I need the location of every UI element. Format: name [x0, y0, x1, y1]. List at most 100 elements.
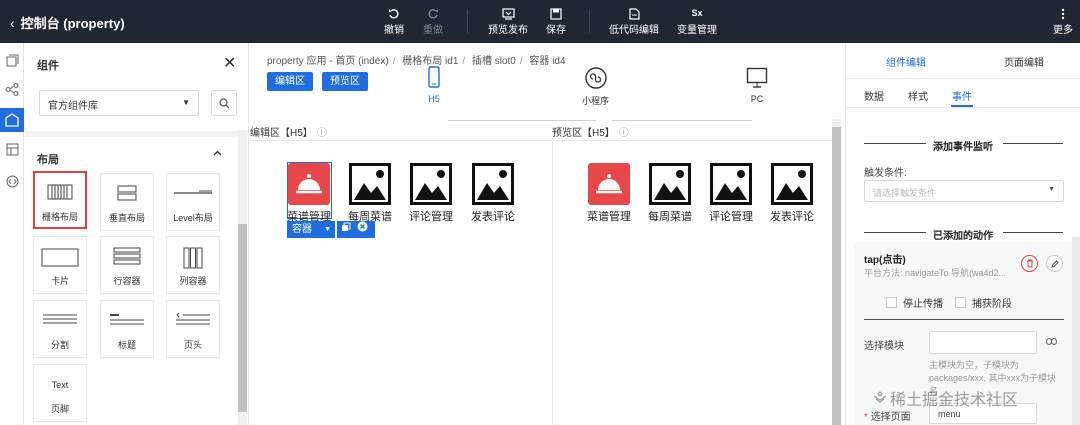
- choose-module-label: 选择模块: [864, 341, 904, 352]
- component-icon[interactable]: [0, 108, 24, 132]
- container-actions: [337, 221, 375, 238]
- code-icon[interactable]: [4, 173, 20, 189]
- image-placeholder-icon: [710, 163, 752, 205]
- tile-title[interactable]: 标题: [100, 300, 154, 358]
- info-icon[interactable]: ⓘ: [615, 128, 629, 139]
- icon-rail: [0, 43, 24, 425]
- column-container-icon: [167, 247, 219, 269]
- stop-propagation-checkbox[interactable]: 停止传播: [886, 295, 943, 310]
- redo-icon: [427, 6, 439, 21]
- section-rule: [1003, 232, 1063, 233]
- copy-icon[interactable]: [341, 221, 351, 238]
- subtab-data[interactable]: 数据: [864, 88, 884, 103]
- module-input[interactable]: [929, 331, 1037, 354]
- panel-scrollbar-thumb[interactable]: [238, 224, 247, 412]
- more-vertical-icon: [1061, 6, 1065, 21]
- vertical-layout-icon: [101, 184, 153, 204]
- subtabs-divider: [846, 107, 1080, 108]
- chevron-up-icon[interactable]: [213, 147, 222, 159]
- device-miniprogram[interactable]: 小程序: [582, 67, 609, 107]
- breadcrumb-item[interactable]: property 应用 - 首页 (index): [267, 56, 389, 67]
- tile-card[interactable]: 卡片: [33, 236, 87, 294]
- subtab-event[interactable]: 事件: [952, 88, 972, 103]
- redo-button[interactable]: 重做: [423, 6, 443, 36]
- back-button[interactable]: ‹ 控制台 (property): [10, 13, 125, 32]
- link-icon[interactable]: [1046, 337, 1057, 348]
- device-connector: [448, 120, 596, 121]
- tile-divider[interactable]: 分割: [33, 300, 87, 358]
- section-rule: [864, 232, 926, 233]
- juejin-logo-icon: [873, 391, 887, 403]
- section-rule: [864, 143, 926, 144]
- tile-grid-layout[interactable]: 栅格布局: [33, 171, 87, 229]
- preview-icon: [501, 6, 515, 21]
- delete-circle-icon[interactable]: [357, 221, 368, 238]
- preview-area-label: 预览区【H5】 ⓘ: [552, 128, 629, 139]
- caret-down-icon: ▼: [182, 98, 190, 107]
- grid-item-weekly-menu[interactable]: 每周菜谱: [347, 163, 393, 224]
- container-chip[interactable]: 容器 ▼: [287, 221, 335, 238]
- choose-page-label: * 选择页面: [864, 412, 911, 423]
- breadcrumb: property 应用 - 首页 (index) / 栅格布局 id1/ 插槽 s…: [267, 56, 566, 67]
- library-select[interactable]: 官方组件库 ▼: [39, 90, 199, 116]
- caret-down-icon: ▼: [324, 226, 331, 233]
- grid-item-comment-manage[interactable]: 评论管理: [408, 163, 454, 224]
- device-pc[interactable]: PC: [746, 67, 768, 104]
- tile-page-header[interactable]: 页头: [166, 300, 220, 358]
- device-h5[interactable]: H5: [428, 66, 440, 104]
- undo-button[interactable]: 撤销: [384, 6, 404, 36]
- capture-phase-checkbox[interactable]: 捕获阶段: [955, 295, 1012, 310]
- preview-publish-button[interactable]: 预览发布: [488, 6, 528, 36]
- panel-divider: [25, 131, 249, 137]
- delete-action-button[interactable]: [1021, 255, 1038, 272]
- breadcrumb-item[interactable]: 插槽 slot0: [472, 56, 516, 67]
- tile-column-container[interactable]: 列容器: [166, 236, 220, 294]
- info-icon[interactable]: ⓘ: [313, 128, 327, 139]
- edit-area-label: 编辑区【H5】 ⓘ: [250, 128, 327, 139]
- search-button[interactable]: [211, 90, 237, 116]
- tile-footer[interactable]: Text 页脚: [33, 364, 87, 422]
- panel-scrollbar[interactable]: [1072, 237, 1080, 425]
- tile-level-layout[interactable]: Level布局: [166, 173, 220, 231]
- module-hint: 主模块为空，子模块为: [929, 360, 1020, 370]
- breadcrumb-item[interactable]: 容器 id4: [529, 56, 565, 67]
- grid-layout-icon: [35, 183, 85, 203]
- tab-component-edit[interactable]: 组件编辑: [886, 54, 926, 69]
- panel-title: 组件: [37, 60, 59, 72]
- preview-area-button[interactable]: 预览区: [322, 72, 368, 91]
- section-layout-title: 布局: [37, 154, 59, 166]
- subtab-style[interactable]: 样式: [908, 88, 928, 103]
- undo-icon: [388, 6, 400, 21]
- miniprogram-icon: [584, 67, 607, 89]
- canvas-scrollbar-thumb[interactable]: [832, 127, 841, 425]
- edit-area-button[interactable]: 编辑区: [267, 72, 313, 91]
- module-hint: packages/xxx, 其中xxx为子模块: [929, 373, 1057, 383]
- close-icon[interactable]: ✕: [223, 53, 236, 73]
- tab-page-edit[interactable]: 页面编辑: [1004, 54, 1044, 69]
- top-bar: ‹ 控制台 (property) 撤销 重做 预览发布 保存 低代码编辑 Sx: [0, 0, 1080, 43]
- device-connector: [612, 120, 752, 121]
- tile-vertical-layout[interactable]: 垂直布局: [100, 173, 154, 231]
- divider-icon: [34, 311, 86, 331]
- card-rule: [864, 319, 1064, 320]
- add-listener-title: 添加事件监听: [933, 142, 993, 153]
- image-placeholder-icon: [649, 163, 691, 205]
- component-panel: 组件 ✕ 官方组件库 ▼ 布局 栅格布局 垂直布局 Level布局 卡片 行容器…: [25, 43, 249, 425]
- save-button[interactable]: 保存: [546, 6, 566, 36]
- image-placeholder-icon: [771, 163, 813, 205]
- layers-icon[interactable]: [4, 52, 20, 68]
- tile-row-container[interactable]: 行容器: [100, 236, 154, 294]
- caret-down-icon: ▼: [1048, 186, 1055, 193]
- variable-manage-button[interactable]: Sx 变量管理: [677, 6, 717, 36]
- edit-action-button[interactable]: [1046, 255, 1063, 272]
- lowcode-edit-button[interactable]: 低代码编辑: [609, 6, 659, 36]
- flow-icon[interactable]: [4, 81, 20, 97]
- trigger-select[interactable]: 请选择触发条件 ▼: [864, 180, 1064, 202]
- grid-item-menu-manage[interactable]: 菜谱管理: [286, 163, 332, 224]
- food-cover-icon: [588, 163, 630, 205]
- trigger-label: 触发条件:: [864, 168, 907, 179]
- template-icon[interactable]: [4, 141, 20, 157]
- grid-item-post-comment[interactable]: 发表评论: [470, 163, 516, 224]
- image-placeholder-icon: [349, 163, 391, 205]
- more-button[interactable]: 更多: [1053, 6, 1073, 36]
